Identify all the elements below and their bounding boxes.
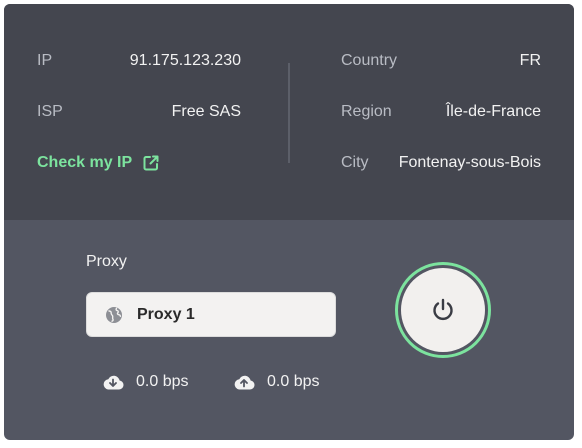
proxy-label: Proxy [86,253,127,270]
city-label: City [341,154,369,171]
check-my-ip-label: Check my IP [37,154,133,171]
cloud-download-icon [103,375,124,390]
external-link-icon [143,155,159,171]
upload-speed-value: 0.0 bps [267,373,320,390]
country-value: FR [519,52,541,69]
connection-info-panel: IP 91.175.123.230 ISP Free SAS Check my … [4,4,574,220]
ip-value: 91.175.123.230 [129,52,241,69]
proxy-selector[interactable]: Proxy 1 [86,292,336,337]
globe-icon [106,306,122,323]
connection-info-left: IP 91.175.123.230 ISP Free SAS Check my … [4,4,289,220]
region-label: Region [341,103,392,120]
isp-label: ISP [37,103,63,120]
download-speed: 0.0 bps [102,372,188,392]
cloud-upload-icon [234,375,255,390]
city-value: Fontenay-sous-Bois [398,154,541,171]
proxy-selected-value: Proxy 1 [137,305,195,323]
power-button[interactable] [395,262,491,358]
ip-label: IP [37,52,53,69]
power-button-face [401,268,485,352]
connection-info-right: Country FR Region Île-de-France City Fon… [289,4,574,220]
country-label: Country [341,52,398,69]
check-my-ip-link[interactable]: Check my IP [37,153,160,173]
app-window: IP 91.175.123.230 ISP Free SAS Check my … [4,4,574,440]
power-icon [433,298,453,321]
region-value: Île-de-France [445,103,541,120]
isp-value: Free SAS [171,103,241,120]
upload-speed: 0.0 bps [233,372,319,392]
download-speed-value: 0.0 bps [136,373,189,390]
